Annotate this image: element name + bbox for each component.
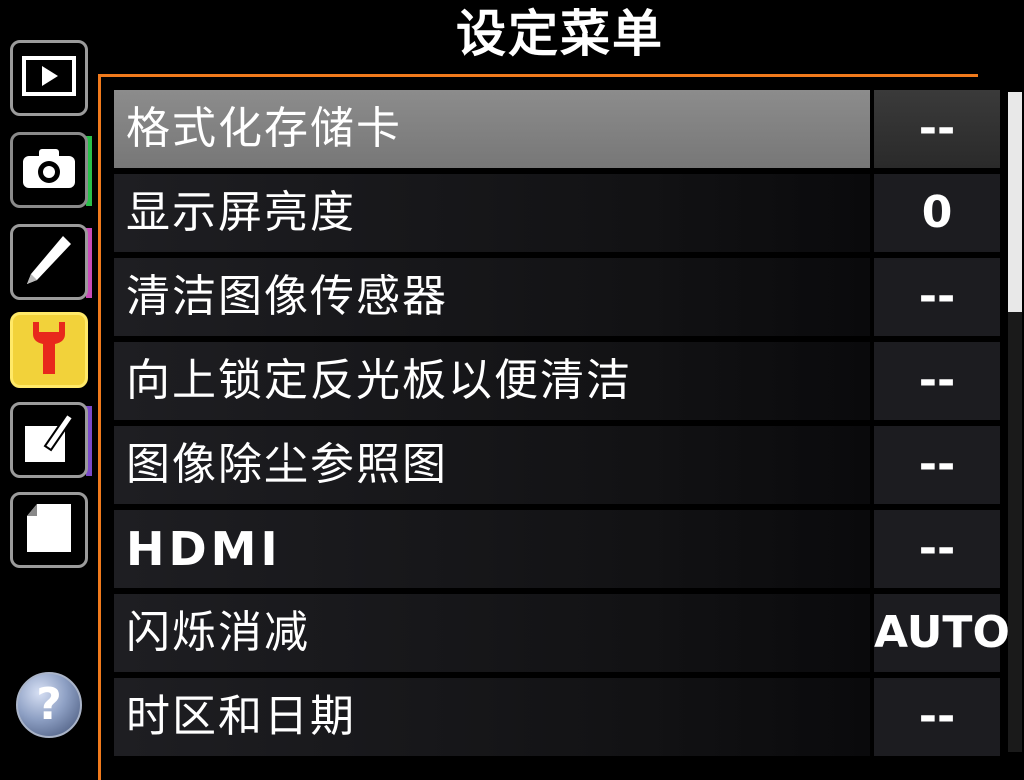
menu-item-label: 向上锁定反光板以便清洁 <box>126 355 632 406</box>
recent-settings-icon <box>23 500 75 560</box>
menu-item-dust-off-ref[interactable]: 图像除尘参照图 -- <box>114 426 1002 504</box>
help-label: ? <box>36 679 62 730</box>
menu-item-value: -- <box>918 523 956 574</box>
menu-item-clean-sensor[interactable]: 清洁图像传感器 -- <box>114 258 1002 336</box>
menu-item-hdmi[interactable]: HDMI -- <box>114 510 1002 588</box>
menu-item-flicker-reduction[interactable]: 闪烁消减 AUTO <box>114 594 1010 672</box>
menu-title: 设定菜单 <box>456 5 664 63</box>
playback-icon <box>22 56 76 100</box>
menu-item-value: 0 <box>921 187 953 238</box>
help-icon[interactable]: ? <box>16 672 82 738</box>
menu-item-value: AUTO <box>874 607 1010 658</box>
menu-scrollbar[interactable] <box>1008 92 1022 752</box>
menu-item-value: -- <box>918 271 956 322</box>
menu-item-value: -- <box>918 103 956 154</box>
tab-retouch[interactable] <box>10 402 88 478</box>
tab-setup[interactable] <box>10 312 88 388</box>
tab-playback[interactable] <box>10 40 88 116</box>
menu-item-label: 图像除尘参照图 <box>126 439 448 490</box>
menu-item-time-zone-date[interactable]: 时区和日期 -- <box>114 678 1002 756</box>
setup-menu-screen: 设定菜单 ? 格式化存储卡 -- 显示屏亮度 0 清洁图像传感器 -- 向上锁定… <box>0 0 1024 780</box>
tab-shooting[interactable] <box>10 132 88 208</box>
menu-item-label: 格式化存储卡 <box>126 103 402 154</box>
wrench-icon <box>27 318 71 382</box>
camera-icon <box>21 146 77 194</box>
tab-custom-settings[interactable] <box>10 224 88 300</box>
scrollbar-thumb[interactable] <box>1008 92 1022 312</box>
menu-item-monitor-brightness[interactable]: 显示屏亮度 0 <box>114 174 1002 252</box>
menu-item-label: 显示屏亮度 <box>126 187 356 238</box>
menu-item-value: -- <box>918 439 956 490</box>
menu-item-label: 闪烁消减 <box>126 607 310 658</box>
pencil-icon <box>23 232 75 292</box>
menu-item-value: -- <box>918 691 956 742</box>
menu-item-mirror-lockup[interactable]: 向上锁定反光板以便清洁 -- <box>114 342 1002 420</box>
menu-item-label: 时区和日期 <box>126 691 356 742</box>
retouch-icon <box>21 410 77 470</box>
menu-item-format-card[interactable]: 格式化存储卡 -- <box>114 90 1002 168</box>
menu-item-label: HDMI <box>126 522 282 576</box>
menu-item-value: -- <box>918 355 956 406</box>
menu-item-label: 清洁图像传感器 <box>126 271 448 322</box>
tab-recent-settings[interactable] <box>10 492 88 568</box>
